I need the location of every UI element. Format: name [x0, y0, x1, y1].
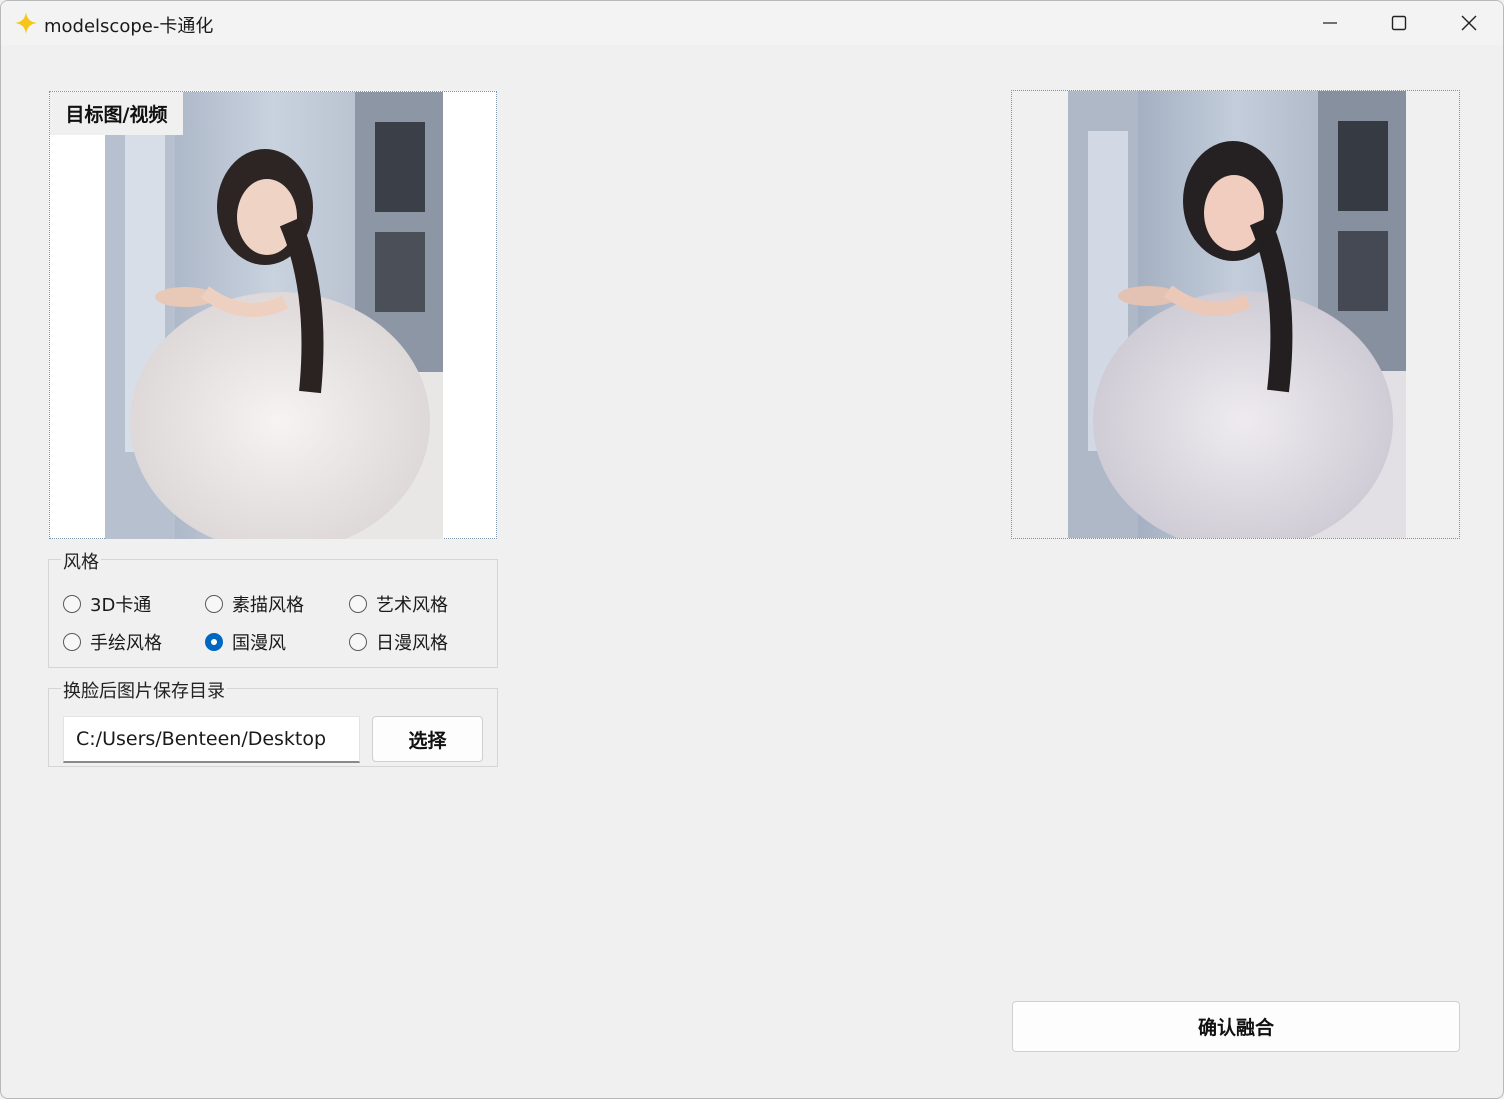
select-directory-button[interactable]: 选择: [372, 716, 483, 762]
radio-label: 手绘风格: [90, 633, 162, 654]
maximize-icon: [1391, 15, 1407, 31]
maximize-button[interactable]: [1364, 1, 1434, 45]
cartoon-result-photo: [1068, 91, 1406, 538]
result-image-panel: [1011, 90, 1460, 539]
style-radio-anime[interactable]: 日漫风格: [349, 629, 448, 655]
minimize-icon: [1323, 22, 1337, 24]
radio-indicator: [349, 633, 367, 651]
source-photo: [105, 92, 443, 539]
radio-indicator: [205, 595, 223, 613]
radio-indicator: [63, 595, 81, 613]
confirm-merge-button[interactable]: 确认融合: [1012, 1001, 1460, 1052]
radio-label: 国漫风: [232, 633, 286, 654]
style-group-title: 风格: [61, 548, 101, 574]
target-image-panel[interactable]: 目标图/视频: [49, 91, 497, 539]
radio-label: 素描风格: [232, 595, 304, 616]
radio-label: 艺术风格: [376, 595, 448, 616]
style-group: 风格 3D卡通 素描风格 艺术风格 手绘风格 国漫风 日漫风格: [48, 548, 498, 668]
style-radio-3d-cartoon[interactable]: 3D卡通: [63, 591, 151, 617]
radio-indicator-checked: [205, 633, 223, 651]
target-image-label: 目标图/视频: [50, 92, 183, 135]
app-window: modelscope-卡通化 目标图/视频 风格 3D卡通 素描风格 艺术风格 …: [0, 0, 1504, 1099]
style-radio-artistic[interactable]: 艺术风格: [349, 591, 448, 617]
title-bar[interactable]: modelscope-卡通化: [1, 1, 1503, 45]
radio-label: 日漫风格: [376, 633, 448, 654]
radio-indicator: [349, 595, 367, 613]
style-radio-sketch[interactable]: 素描风格: [205, 591, 304, 617]
sparkle-icon: [15, 12, 37, 34]
radio-indicator: [63, 633, 81, 651]
minimize-button[interactable]: [1295, 1, 1365, 45]
style-radio-hand-drawn[interactable]: 手绘风格: [63, 629, 162, 655]
close-button[interactable]: [1434, 1, 1503, 45]
save-group-title: 换脸后图片保存目录: [61, 677, 227, 703]
save-directory-group: 换脸后图片保存目录 C:/Users/Benteen/Desktop 选择: [48, 677, 498, 767]
save-path-input[interactable]: C:/Users/Benteen/Desktop: [63, 716, 360, 763]
style-radio-guoman[interactable]: 国漫风: [205, 629, 286, 655]
window-title: modelscope-卡通化: [44, 16, 214, 37]
radio-label: 3D卡通: [90, 595, 152, 616]
close-icon: [1461, 15, 1477, 31]
